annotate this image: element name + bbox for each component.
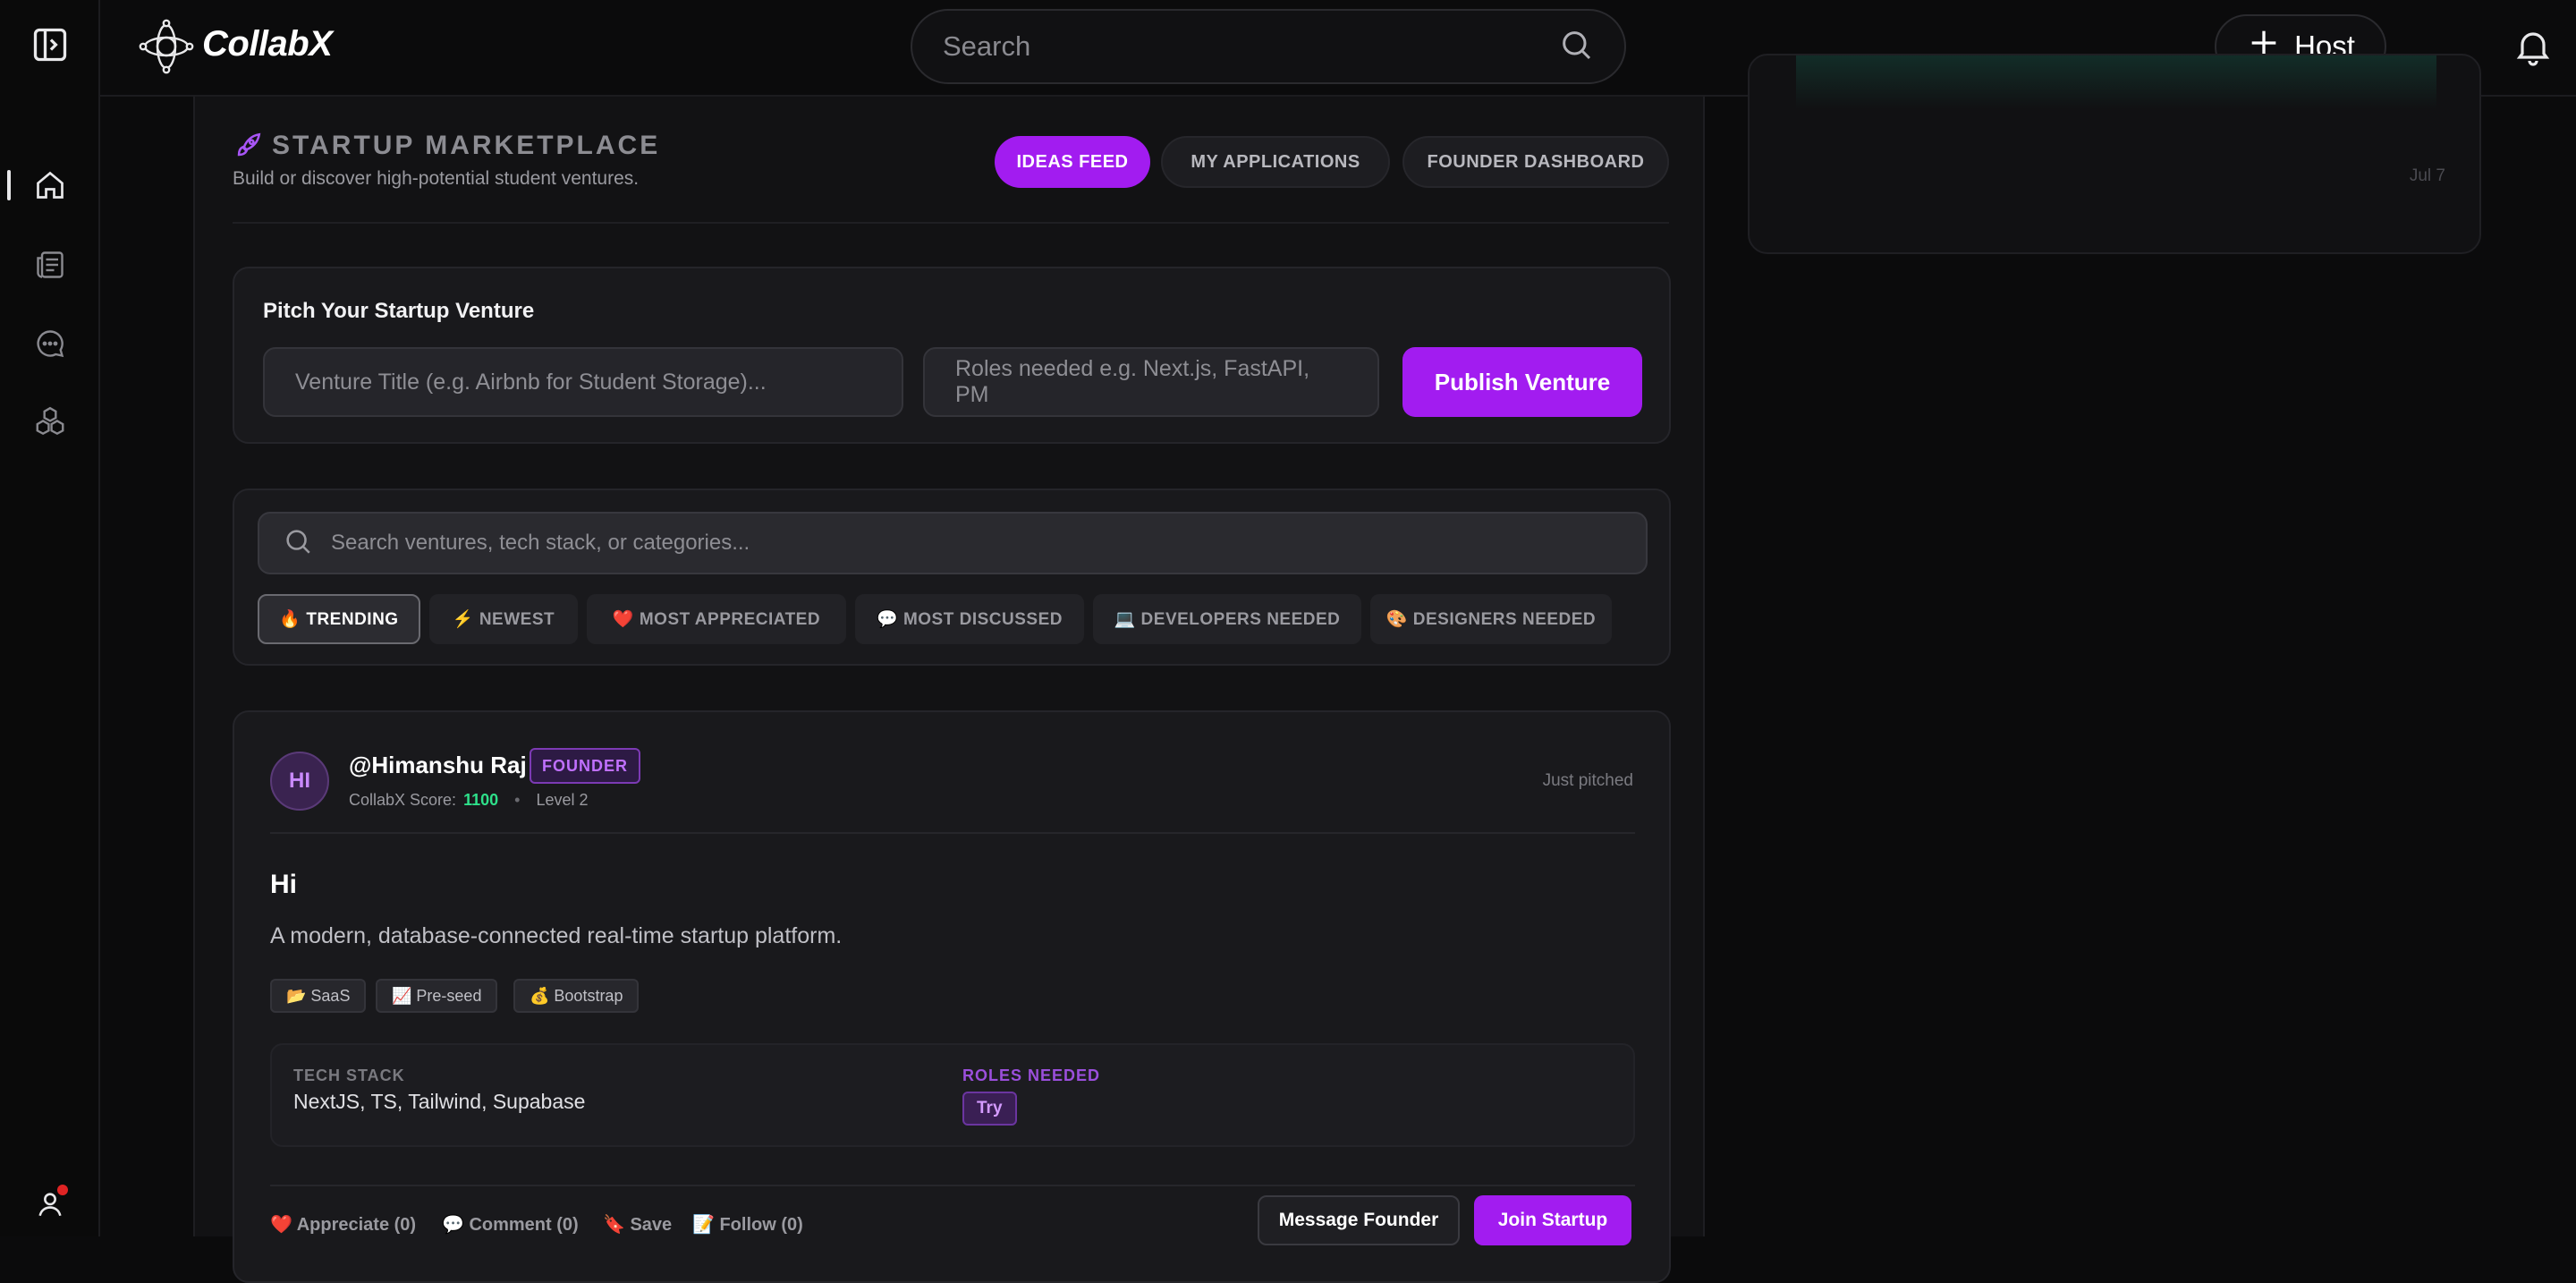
venture-search-input[interactable]: Search ventures, tech stack, or categori… bbox=[258, 512, 1648, 574]
home-icon[interactable] bbox=[25, 160, 75, 210]
search-icon[interactable] bbox=[1558, 27, 1594, 67]
pitch-title: Pitch Your Startup Venture bbox=[263, 299, 535, 323]
tech-stack-value: NextJS, TS, Tailwind, Supabase bbox=[293, 1090, 586, 1113]
roles-needed-label: ROLES NEEDED bbox=[962, 1066, 1101, 1084]
sidebar-toggle-icon[interactable] bbox=[25, 20, 75, 70]
chip-designers-needed[interactable]: 🎨 DESIGNERS NEEDED bbox=[1370, 594, 1612, 644]
actions-divider bbox=[270, 1185, 1635, 1186]
venture-post-card: HI @Himanshu Raj FOUNDER CollabX Score: … bbox=[233, 710, 1671, 1283]
tech-stack-label: TECH STACK bbox=[293, 1066, 405, 1084]
score-label: CollabX Score: bbox=[349, 791, 457, 809]
level-label: Level 2 bbox=[536, 791, 589, 809]
chip-most-appreciated[interactable]: ❤️ MOST APPRECIATED bbox=[587, 594, 846, 644]
profile-icon[interactable] bbox=[25, 1179, 75, 1229]
tag-bootstrap: 💰 Bootstrap bbox=[513, 979, 640, 1013]
appreciate-button[interactable]: ❤️ Appreciate (0) bbox=[270, 1213, 416, 1236]
activity-date: Jul 7 bbox=[2409, 166, 2445, 185]
avatar[interactable]: HI bbox=[270, 752, 329, 811]
chat-icon[interactable] bbox=[25, 319, 75, 369]
rocket-icon bbox=[233, 131, 263, 161]
app-name[interactable]: CollabX bbox=[202, 24, 333, 64]
venture-description: A modern, database-connected real-time s… bbox=[270, 923, 843, 948]
separator-dot: • bbox=[514, 791, 521, 809]
tab-my-applications[interactable]: MY APPLICATIONS bbox=[1161, 136, 1390, 188]
score-line: CollabX Score: 1100 • Level 2 bbox=[349, 791, 588, 810]
left-rail bbox=[0, 0, 100, 1236]
join-startup-button[interactable]: Join Startup bbox=[1474, 1195, 1631, 1245]
pitch-card: Pitch Your Startup Venture Venture Title… bbox=[233, 267, 1671, 444]
chip-most-discussed[interactable]: 💬 MOST DISCUSSED bbox=[855, 594, 1084, 644]
tab-founder-dashboard[interactable]: FOUNDER DASHBOARD bbox=[1402, 136, 1669, 188]
venture-title: Hi bbox=[270, 870, 297, 899]
chip-newest[interactable]: ⚡ NEWEST bbox=[429, 594, 578, 644]
notification-dot bbox=[57, 1185, 68, 1195]
search-icon bbox=[283, 526, 313, 561]
comment-button[interactable]: 💬 Comment (0) bbox=[442, 1213, 579, 1236]
venture-search-placeholder: Search ventures, tech stack, or categori… bbox=[331, 531, 750, 555]
search-placeholder: Search bbox=[943, 30, 1031, 62]
global-search-input[interactable]: Search bbox=[911, 9, 1626, 84]
founder-handle[interactable]: @Himanshu Raj bbox=[349, 752, 527, 779]
follow-button[interactable]: 📝 Follow (0) bbox=[692, 1213, 803, 1236]
tag-saas: 📂 SaaS bbox=[270, 979, 367, 1013]
chip-developers-needed[interactable]: 💻 DEVELOPERS NEEDED bbox=[1093, 594, 1361, 644]
filter-card: Search ventures, tech stack, or categori… bbox=[233, 489, 1671, 666]
role-chip[interactable]: Try bbox=[962, 1092, 1017, 1126]
score-value: 1100 bbox=[463, 791, 499, 809]
roles-needed-input[interactable]: Roles needed e.g. Next.js, FastAPI, PM bbox=[923, 347, 1379, 417]
active-nav-indicator bbox=[7, 170, 11, 200]
activity-strip bbox=[1796, 55, 2436, 109]
save-button[interactable]: 🔖 Save bbox=[603, 1213, 672, 1236]
message-founder-button[interactable]: Message Founder bbox=[1258, 1195, 1460, 1245]
post-time: Just pitched bbox=[1542, 771, 1633, 790]
collabx-logo-icon bbox=[138, 18, 195, 75]
newspaper-icon[interactable] bbox=[25, 240, 75, 290]
chip-trending[interactable]: 🔥 TRENDING bbox=[258, 594, 420, 644]
cubes-icon[interactable] bbox=[25, 397, 75, 447]
header-divider bbox=[233, 222, 1669, 224]
marketplace-subtitle: Build or discover high-potential student… bbox=[233, 168, 640, 189]
tab-ideas-feed[interactable]: IDEAS FEED bbox=[995, 136, 1150, 188]
publish-venture-button[interactable]: Publish Venture bbox=[1402, 347, 1642, 417]
tag-pre-seed: 📈 Pre-seed bbox=[376, 979, 498, 1013]
founder-badge: FOUNDER bbox=[530, 748, 640, 784]
marketplace-title: STARTUP MARKETPLACE bbox=[272, 131, 661, 160]
main-panel: STARTUP MARKETPLACE Build or discover hi… bbox=[193, 97, 1705, 1283]
bell-icon[interactable] bbox=[2512, 25, 2555, 68]
venture-details-box: TECH STACK NextJS, TS, Tailwind, Supabas… bbox=[270, 1043, 1635, 1147]
post-divider bbox=[270, 832, 1635, 834]
right-activity-card: Jul 7 bbox=[1748, 54, 2481, 254]
venture-title-input[interactable]: Venture Title (e.g. Airbnb for Student S… bbox=[263, 347, 903, 417]
